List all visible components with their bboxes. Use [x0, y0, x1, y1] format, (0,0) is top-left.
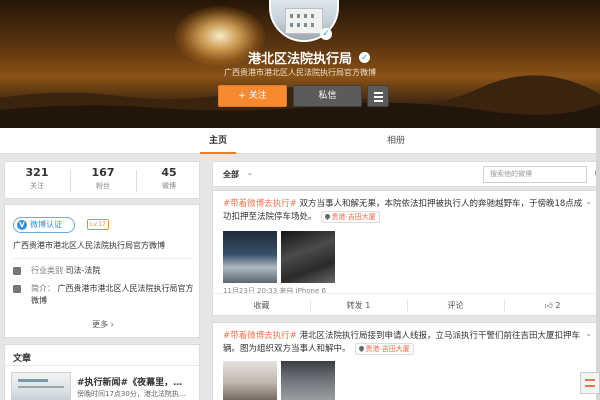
more-menu-button[interactable]	[367, 85, 389, 107]
stat-fans-label: 粉丝	[96, 182, 110, 190]
article-summary: 傍晚时间17点30分，港北法院执…	[77, 390, 186, 398]
weibo-post: #带着微博去执行# 港北区法院执行局接到申请人线报，立马派执行干警们前往吉田大厦…	[212, 322, 600, 400]
level-badge[interactable]: Lv.17	[87, 219, 109, 230]
divider	[13, 258, 193, 259]
articles-panel: 文章 #执行新闻#《夜幕里，… 傍晚时间17点30分，港北法院执…	[4, 344, 201, 400]
industry-value[interactable]: 司法-法院	[66, 266, 101, 275]
chevron-down-icon[interactable]: ⌄	[585, 197, 592, 206]
stat-following-count: 321	[25, 166, 49, 179]
favorite-button[interactable]: 收藏	[213, 294, 310, 318]
feed-filter-bar: 全部 ⌄ 搜索他的微博	[212, 161, 600, 187]
avatar-verified-icon: ✓	[320, 28, 332, 40]
stat-following-label: 关注	[30, 182, 44, 190]
verified-description: 广西贵港市港北区人民法院执行局官方微博	[13, 241, 165, 250]
repost-button[interactable]: 转发 1	[310, 294, 407, 318]
stat-fans-count: 167	[91, 166, 115, 179]
post-image[interactable]	[281, 361, 335, 400]
avatar-building-icon	[285, 8, 323, 34]
post-image[interactable]	[223, 231, 277, 283]
post-image[interactable]	[223, 361, 277, 400]
comment-button[interactable]: 评论	[407, 294, 504, 318]
follow-button[interactable]: + 关注	[218, 85, 287, 107]
message-button[interactable]: 私信	[293, 85, 362, 107]
like-count: 2	[555, 301, 561, 310]
more-info-link[interactable]: 更多 ›	[5, 319, 201, 330]
bio-row: 简介： 广西贵港市港北区人民法院执行局官方微博	[13, 283, 199, 307]
tab-home[interactable]: 主页	[200, 128, 236, 154]
industry-row: 行业类别 司法-法院	[13, 265, 199, 277]
stat-weibo[interactable]: 45 微博	[137, 166, 201, 191]
article-title[interactable]: #执行新闻#《夜幕里，…	[77, 375, 199, 388]
weibo-post: #带着微博去执行# 双方当事人和解无果，本院依法扣押被执行人的奔驰越野车，于傍晚…	[212, 190, 600, 316]
article-thumbnail[interactable]	[11, 372, 71, 400]
industry-label: 行业类别	[31, 266, 63, 275]
location-label: 贵港·吉田大厦	[365, 345, 410, 353]
menu-icon	[374, 92, 383, 94]
post-action-bar: 收藏 转发 1 评论 👍︎ 2	[213, 293, 600, 317]
id-card-icon	[13, 285, 21, 293]
location-pin-icon	[357, 344, 365, 353]
profile-info-panel: V 微博认证 Lv.17 广西贵港市港北区人民法院执行局官方微博 行业类别 司法…	[4, 204, 200, 338]
location-pin-icon	[323, 212, 331, 221]
weibo-search-input[interactable]: 搜索他的微博	[483, 166, 587, 183]
post-image[interactable]	[281, 231, 335, 283]
page-scrollbar[interactable]	[596, 128, 600, 400]
location-tag[interactable]: 贵港·吉田大厦	[354, 343, 414, 355]
location-label: 贵港·吉田大厦	[331, 213, 376, 221]
like-button[interactable]: 👍︎ 2	[504, 294, 600, 318]
verified-icon: V	[17, 220, 27, 230]
profile-name: 港北区法院执行局	[247, 52, 352, 67]
bio-value: 广西贵港市港北区人民法院执行局官方微博	[31, 284, 194, 305]
verified-tag[interactable]: V 微博认证	[13, 217, 75, 233]
feedback-icon[interactable]	[580, 372, 600, 394]
chevron-down-icon[interactable]: ⌄	[247, 169, 253, 177]
briefcase-icon	[13, 267, 21, 275]
post-text: #带着微博去执行# 双方当事人和解无果，本院依法扣押被执行人的奔驰越野车，于傍晚…	[223, 198, 589, 224]
chevron-down-icon[interactable]: ⌄	[585, 329, 592, 338]
stat-fans[interactable]: 167 粉丝	[71, 166, 135, 191]
profile-tab-bar: 主页 相册	[0, 128, 600, 154]
location-tag[interactable]: 贵港·吉田大厦	[320, 211, 380, 223]
post-text: #带着微博去执行# 港北区法院执行局接到申请人线报，立马派执行干警们前往吉田大厦…	[223, 330, 589, 356]
filter-all-dropdown[interactable]: 全部	[223, 169, 239, 180]
tab-album[interactable]: 相册	[378, 128, 414, 154]
post-topic-link[interactable]: #带着微博去执行#	[223, 199, 297, 209]
stats-panel: 321 关注 167 粉丝 45 微博	[4, 161, 200, 199]
stat-following[interactable]: 321 关注	[5, 166, 69, 191]
stat-weibo-count: 45	[161, 166, 177, 179]
verified-label: 微博认证	[30, 220, 62, 229]
blue-v-icon[interactable]: ✓	[359, 52, 370, 63]
post-topic-link[interactable]: #带着微博去执行#	[223, 331, 297, 341]
thumbs-up-icon: 👍︎	[544, 301, 553, 310]
bio-label: 简介：	[31, 284, 55, 293]
stat-weibo-label: 微博	[162, 182, 176, 190]
articles-title: 文章	[13, 354, 32, 364]
profile-description: 广西贵港市港北区人民法院执行局官方微博	[224, 68, 376, 77]
divider	[5, 365, 201, 366]
